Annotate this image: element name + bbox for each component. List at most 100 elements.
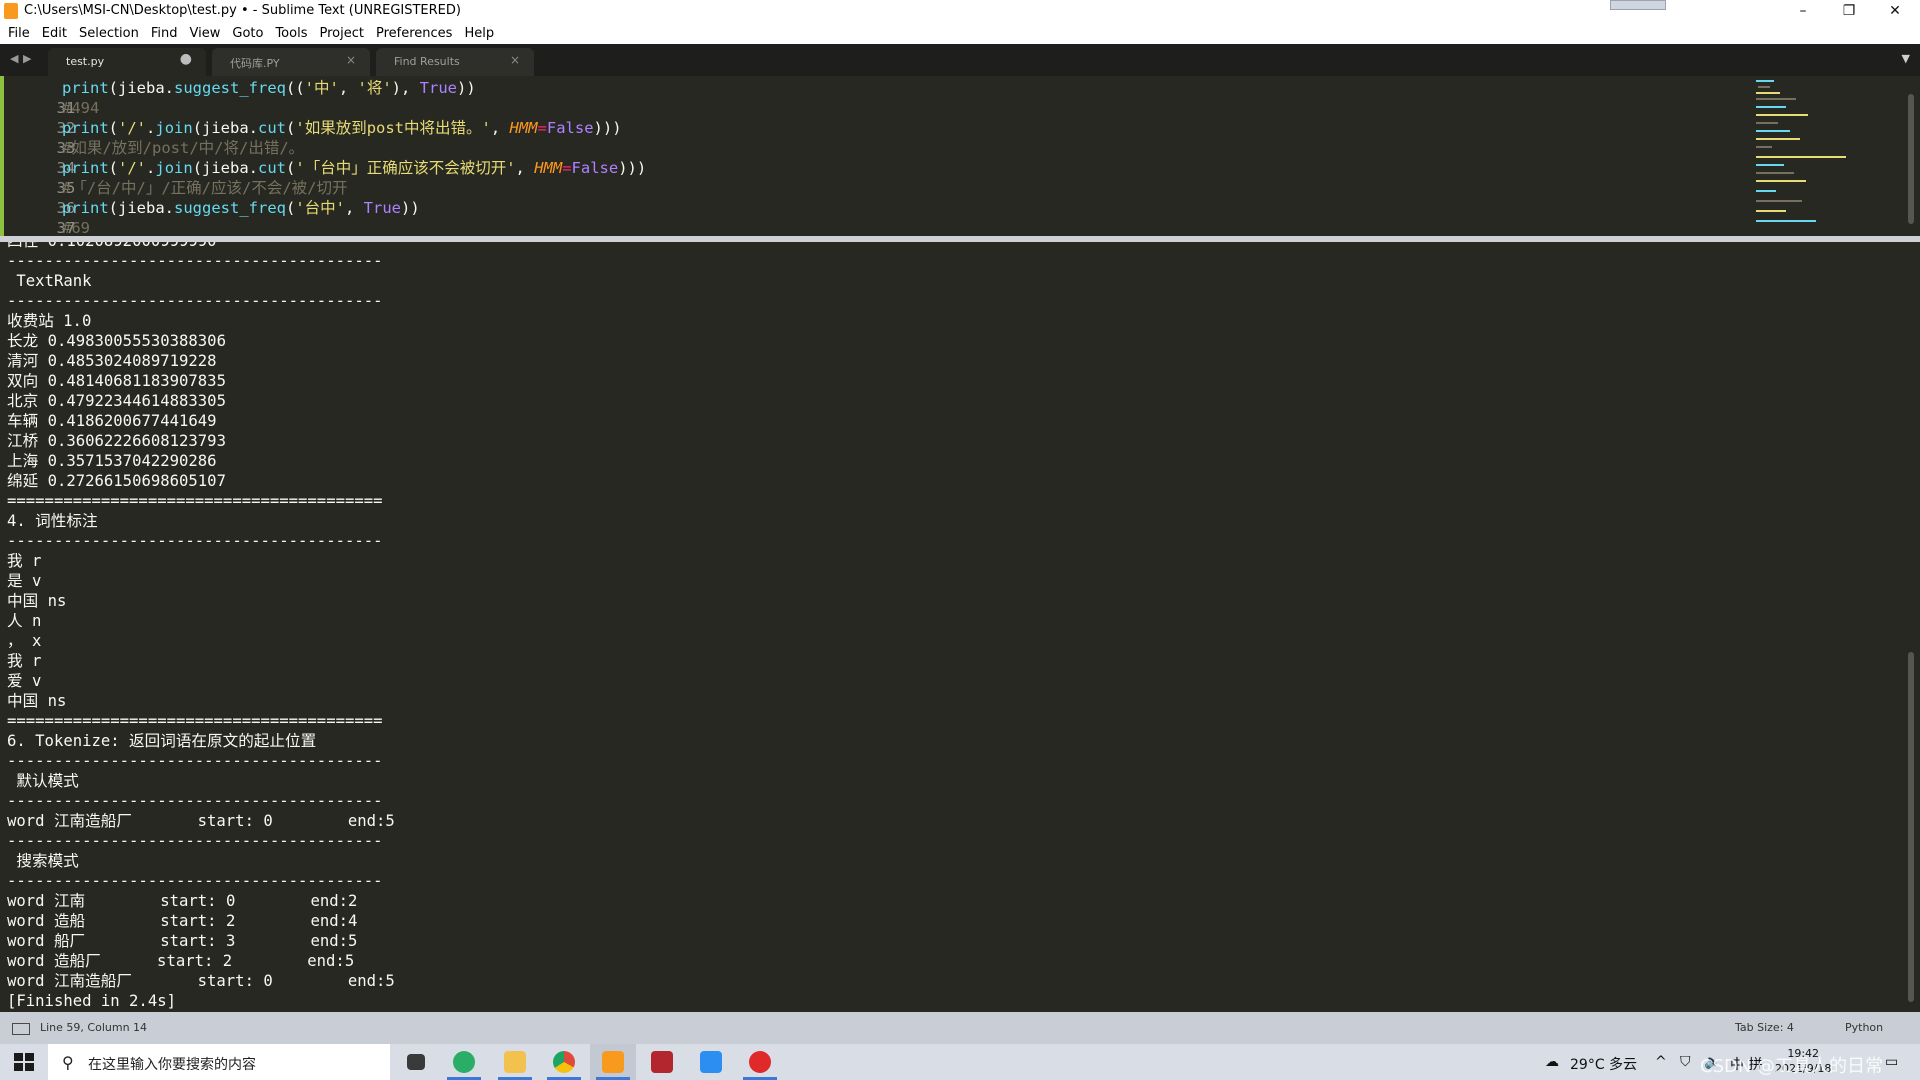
code-comment: #69 [62,219,90,236]
minimap-line [1756,114,1808,116]
window-title: C:\Users\MSI-CN\Desktop\test.py • - Subl… [24,3,461,18]
status-bar: Line 59, Column 14 Tab Size: 4 Python [0,1012,1920,1044]
minimap-line [1756,80,1774,82]
tab-dropdown-icon[interactable]: ▼ [1902,52,1910,65]
app-red-icon [651,1051,673,1073]
menu-project[interactable]: Project [313,23,369,45]
code-comment: #494 [62,99,100,117]
minimap-line [1756,164,1784,166]
minimap-line [1756,130,1790,132]
security-shield-icon[interactable]: ⛉ [1680,1054,1691,1070]
menu-help[interactable]: Help [458,23,500,45]
taskbar-app-sublime[interactable] [590,1044,636,1080]
tab-label: test.py [66,55,105,68]
code-text: print(jieba.suggest_freq('台中', True)) [62,199,420,217]
minimap-indicator [1610,0,1666,10]
code-text: print('/'.join(jieba.cut('如果放到post中将出错。'… [62,119,622,137]
taskbar-app-red[interactable] [639,1044,685,1080]
code-editor[interactable]: 31 print(jieba.suggest_freq(('中', '将'), … [0,76,1920,236]
code-comment: #如果/放到/post/中/将/出错/。 [62,139,305,157]
minimap-line [1756,200,1802,202]
minimap-line [1756,106,1786,108]
task-view-icon [407,1054,425,1070]
code-line: 38 #69 [0,218,1740,236]
menu-view[interactable]: View [184,23,227,45]
notification-icon[interactable]: ▭ [1885,1054,1898,1070]
chrome-icon [553,1051,575,1073]
sublime-text-icon [602,1051,624,1073]
code-comment: #「/台/中/」/正确/应该/不会/被/切开 [62,179,348,197]
code-line: 31 print(jieba.suggest_freq(('中', '将'), … [0,78,1740,117]
menu-preferences[interactable]: Preferences [370,23,458,45]
menu-selection[interactable]: Selection [73,23,145,45]
app-blue-icon [700,1051,722,1073]
panel-toggle-icon[interactable] [12,1023,30,1035]
close-button[interactable]: ✕ [1872,0,1918,22]
code-line: 34 #如果/放到/post/中/将/出错/。 [0,138,1740,177]
tab-bar: ◀ ▶ test.py ● 代码库.PY × Find Results × ▼ [0,44,1920,76]
code-text: print('/'.join(jieba.cut('「台中」正确应该不会被切开'… [62,159,647,177]
taskbar-app-explorer[interactable] [492,1044,538,1080]
windows-start-icon[interactable] [14,1053,34,1071]
menu-bar: File Edit Selection Find View Goto Tools Projec… [0,22,1920,45]
tab-forward-icon[interactable]: ▶ [23,52,31,65]
cursor-position: Line 59, Column 14 [40,1021,148,1034]
menu-tools[interactable]: Tools [269,23,313,45]
menu-file[interactable]: File [0,23,36,45]
weather-text[interactable]: 29°C 多云 [1570,1054,1637,1074]
minimap-line [1756,190,1776,192]
taskbar-app-netease[interactable] [737,1044,783,1080]
file-explorer-icon [504,1051,526,1073]
weather-cloud-icon[interactable]: ☁ [1545,1054,1559,1070]
tab-find-results[interactable]: Find Results × [376,48,534,76]
tab-label: 代码库.PY [230,57,280,70]
tab-label: Find Results [394,55,460,68]
menu-edit[interactable]: Edit [36,23,73,45]
taskbar: ⚲ 在这里输入你要搜索的内容 ☁ 29°C 多云 ^ ⛉ 🔈 中 拼 19:42… [0,1044,1920,1080]
minimap-line [1756,122,1778,124]
task-view-button[interactable] [393,1044,439,1080]
code-line: 33 print('/'.join(jieba.cut('如果放到post中将出… [0,118,1740,157]
minimap-line [1758,86,1770,88]
minimap-line [1756,220,1816,222]
search-placeholder: 在这里输入你要搜索的内容 [88,1057,256,1073]
menu-find[interactable]: Find [145,23,184,45]
minimap-line [1756,172,1794,174]
tab-back-icon[interactable]: ◀ [10,52,18,65]
close-icon[interactable]: × [346,53,356,67]
build-output-text: 四径 0.1020892000999990 ------------------… [7,242,395,1010]
output-scrollbar[interactable] [1908,652,1914,1002]
tray-expand-icon[interactable]: ^ [1655,1054,1667,1070]
tab-codebase-py[interactable]: 代码库.PY × [212,48,370,76]
tab-size-indicator[interactable]: Tab Size: 4 [1735,1021,1794,1034]
wechat-icon [453,1051,475,1073]
editor-scrollbar[interactable] [1908,94,1914,224]
search-icon: ⚲ [62,1053,74,1072]
close-icon[interactable]: × [510,53,520,67]
taskbar-app-blue[interactable] [688,1044,734,1080]
minimap-line [1756,210,1786,212]
minimap-line [1756,92,1780,94]
code-line: 35 print('/'.join(jieba.cut('「台中」正确应该不会被… [0,158,1740,197]
restore-button[interactable]: ❐ [1826,0,1872,22]
taskbar-search-box[interactable]: ⚲ 在这里输入你要搜索的内容 [48,1044,390,1080]
code-text: print(jieba.suggest_freq(('中', '将'), Tru… [62,79,476,97]
minimap[interactable] [1750,76,1900,236]
unsaved-dot-icon[interactable]: ● [180,51,192,67]
code-line: 36 #「/台/中/」/正确/应该/不会/被/切开 [0,178,1740,217]
taskbar-app-wechat[interactable] [441,1044,487,1080]
minimap-line [1756,98,1796,100]
title-bar: C:\Users\MSI-CN\Desktop\test.py • - Subl… [0,0,1920,22]
menu-goto[interactable]: Goto [226,23,269,45]
taskbar-app-chrome[interactable] [541,1044,587,1080]
syntax-indicator[interactable]: Python [1845,1021,1883,1034]
sublime-text-icon [4,3,18,19]
tab-test-py[interactable]: test.py ● [48,48,206,76]
minimap-line [1756,180,1806,182]
build-output-panel[interactable]: 四径 0.1020892000999990 ------------------… [0,242,1920,1012]
minimap-line [1756,156,1846,158]
watermark: CSDN @工具人的日常 [1700,1056,1884,1077]
minimize-button[interactable]: – [1780,0,1826,22]
minimap-line [1756,138,1800,140]
code-line: 37 print(jieba.suggest_freq('台中', True)) [0,198,1740,236]
